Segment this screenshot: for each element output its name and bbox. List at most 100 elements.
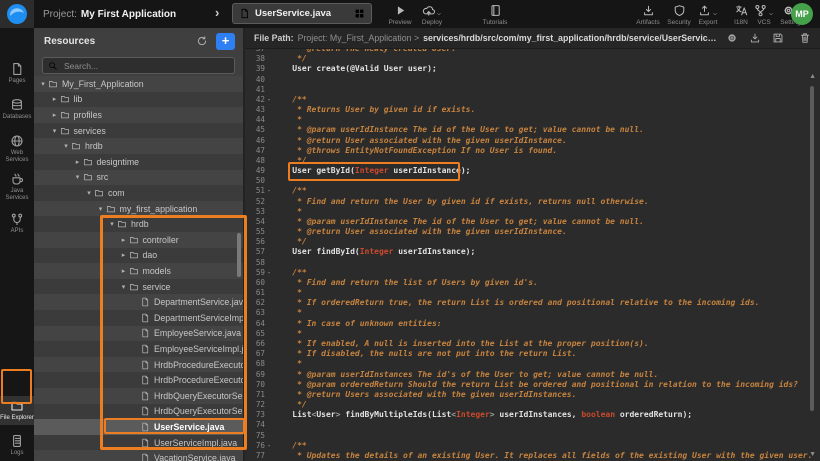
collapse-arrow-icon[interactable]: ▾ — [38, 80, 48, 88]
fold-marker-icon[interactable]: - — [265, 186, 273, 196]
scroll-down-arrow[interactable]: ▼ — [809, 451, 816, 458]
fold-spacer — [265, 349, 273, 359]
sidebar-item-file-explorer[interactable]: File Explorer — [0, 396, 34, 425]
grid-icon[interactable] — [354, 8, 365, 19]
tree-item-label: VacationService.java — [154, 453, 236, 461]
project-name[interactable]: My First Application — [81, 9, 176, 20]
topbar-action-tutorials[interactable]: Tutorials — [476, 3, 514, 26]
sidebar-item-databases[interactable]: Databases — [0, 98, 34, 121]
fold-spacer — [265, 339, 273, 349]
line-number: 76 — [245, 441, 265, 451]
line-number: 38 — [245, 54, 265, 64]
code-line-41: 41 — [245, 85, 820, 95]
editor-download-button[interactable] — [749, 32, 761, 44]
tree-item-DepartmentService.java[interactable]: DepartmentService.java — [34, 294, 245, 310]
tree-item-my_first_application[interactable]: ▾my_first_application — [34, 201, 245, 217]
line-number: 60 — [245, 278, 265, 288]
fold-marker-icon[interactable]: - — [265, 95, 273, 105]
folder-icon — [83, 157, 93, 167]
folder-icon — [10, 399, 24, 413]
tree-item-HrdbProcedureExecutorServiceImpl.java[interactable]: HrdbProcedureExecutorServiceImpl.java — [34, 372, 245, 388]
tree-item-models[interactable]: ▸models — [34, 263, 245, 279]
collapse-arrow-icon[interactable]: ▾ — [119, 283, 129, 291]
tree-item-service[interactable]: ▾service — [34, 279, 245, 295]
sidebar-item-web-services[interactable]: Web Services — [0, 134, 34, 163]
editor-trash-button[interactable] — [799, 32, 811, 44]
breadcrumb-chevron-icon: › — [215, 5, 219, 20]
collapse-arrow-icon[interactable]: ▾ — [84, 189, 94, 197]
user-avatar[interactable]: MP — [791, 3, 813, 25]
download-icon — [749, 32, 761, 44]
fold-spacer — [265, 136, 273, 146]
tree-item-designtime[interactable]: ▸designtime — [34, 154, 245, 170]
sidebar-item-pages[interactable]: Pages — [0, 62, 34, 85]
tree-item-UserServiceImpl.java[interactable]: UserServiceImpl.java — [34, 435, 245, 451]
editor-toolbar — [726, 32, 811, 44]
tree-item-com[interactable]: ▾com — [34, 185, 245, 201]
tree-item-services[interactable]: ▾ services — [34, 123, 245, 139]
expand-arrow-icon[interactable]: ▸ — [50, 111, 60, 119]
tree-item-HrdbQueryExecutorService.java[interactable]: HrdbQueryExecutorService.java — [34, 388, 245, 404]
sidebar-item-logs[interactable]: Logs — [0, 434, 34, 457]
expand-arrow-icon[interactable]: ▸ — [119, 267, 129, 275]
tree-item-EmployeeService.java[interactable]: EmployeeService.java — [34, 326, 245, 342]
fold-spacer — [265, 156, 273, 166]
add-resource-button[interactable]: + — [216, 33, 235, 50]
collapse-arrow-icon[interactable]: ▾ — [61, 142, 71, 150]
sidebar-item-java-services[interactable]: Java Services — [0, 172, 34, 201]
tree-item-DepartmentServiceImpl.java[interactable]: DepartmentServiceImpl.java — [34, 310, 245, 326]
expand-arrow-icon[interactable]: ▸ — [50, 95, 60, 103]
line-number: 46 — [245, 136, 265, 146]
tree-item-HrdbProcedureExecutorService.java[interactable]: HrdbProcedureExecutorService.java — [34, 357, 245, 373]
line-number: 52 — [245, 197, 265, 207]
resources-scrollbar-thumb[interactable] — [237, 233, 241, 277]
fold-spacer — [265, 420, 273, 430]
tree-item-label: My_First_Application — [62, 79, 144, 89]
tree-item-lib[interactable]: ▸lib — [34, 92, 245, 108]
collapse-arrow-icon[interactable]: ▾ — [50, 127, 60, 135]
editor-gear-button[interactable] — [726, 32, 738, 44]
tree-item-src[interactable]: ▾src — [34, 170, 245, 186]
topbar-action-deploy[interactable]: Deploy — [413, 3, 451, 26]
expand-arrow-icon[interactable]: ▸ — [119, 236, 129, 244]
app-logo[interactable] — [0, 0, 34, 28]
line-number: 51 — [245, 186, 265, 196]
open-file-tab[interactable]: UserService.java — [232, 3, 372, 24]
folder-icon — [60, 126, 70, 136]
expand-arrow-icon[interactable]: ▸ — [119, 251, 129, 259]
tree-item-My_First_Application[interactable]: ▾ My_First_Application — [34, 76, 245, 92]
sidebar-item-label: Logs — [10, 450, 23, 457]
line-number: 54 — [245, 217, 265, 227]
collapse-arrow-icon[interactable]: ▾ — [107, 220, 117, 228]
tree-item-label: services — [74, 126, 106, 136]
fold-marker-icon[interactable]: - — [265, 268, 273, 278]
resources-title: Resources — [44, 36, 196, 47]
expand-arrow-icon[interactable]: ▸ — [73, 158, 83, 166]
tree-item-EmployeeServiceImpl.java[interactable]: EmployeeServiceImpl.java — [34, 341, 245, 357]
fold-marker-icon[interactable]: - — [265, 441, 273, 451]
tree-item-VacationService.java[interactable]: VacationService.java — [34, 450, 245, 461]
code-area[interactable]: 37 * @return The newly created User.38 *… — [245, 49, 820, 461]
line-number: 73 — [245, 410, 265, 420]
code-line-75: 75 — [245, 431, 820, 441]
tree-item-controller[interactable]: ▸controller — [34, 232, 245, 248]
code-line-69: 69 * @param userIdInstances The id's of … — [245, 370, 820, 380]
tree-item-dao[interactable]: ▸dao — [34, 248, 245, 264]
tree-item-UserService.java[interactable]: UserService.java — [34, 419, 245, 435]
collapse-arrow-icon[interactable]: ▾ — [96, 205, 106, 213]
code-line-73: 73 List<User> findByMultipleIds(List<Int… — [245, 410, 820, 420]
editor-scrollbar-thumb[interactable] — [810, 86, 814, 411]
page-icon — [140, 360, 150, 370]
sidebar-item-apis[interactable]: APIs — [0, 212, 34, 235]
refresh-button[interactable] — [196, 35, 208, 47]
tree-item-hrdb[interactable]: ▾hrdb — [34, 216, 245, 232]
page-icon — [140, 344, 150, 354]
scroll-up-arrow[interactable]: ▲ — [809, 73, 816, 80]
tree-item-hrdb[interactable]: ▾hrdb — [34, 138, 245, 154]
tree-item-profiles[interactable]: ▸profiles — [34, 107, 245, 123]
download-icon — [642, 4, 655, 17]
search-input[interactable] — [62, 60, 229, 72]
tree-item-HrdbQueryExecutorServiceImpl.java[interactable]: HrdbQueryExecutorServiceImpl.java — [34, 404, 245, 420]
collapse-arrow-icon[interactable]: ▾ — [73, 173, 83, 181]
editor-save-button[interactable] — [772, 32, 784, 44]
